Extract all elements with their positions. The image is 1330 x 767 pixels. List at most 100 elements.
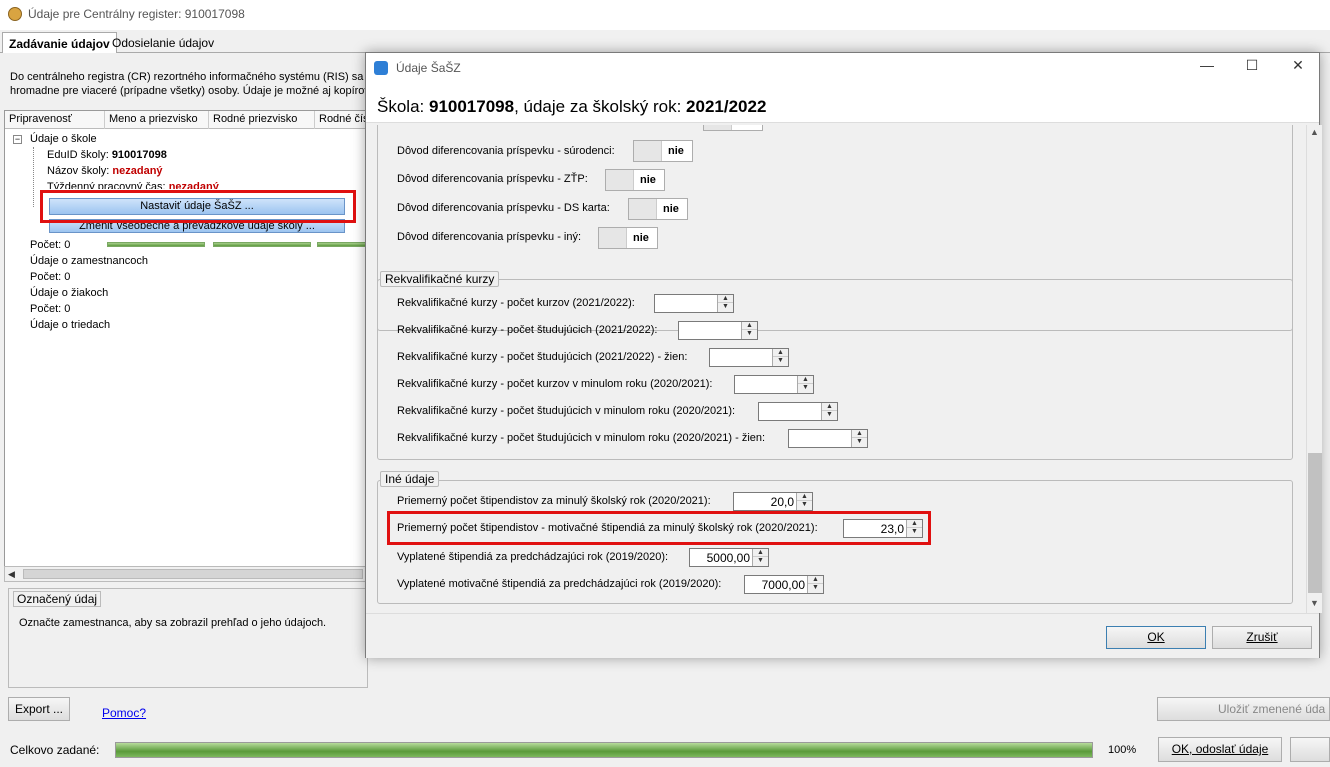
tree-nazov[interactable]: Názov školy: nezadaný bbox=[47, 165, 163, 177]
column-header-meno[interactable]: Meno a priezvisko bbox=[105, 111, 209, 129]
toggle-ds-karta[interactable]: nie bbox=[628, 198, 688, 220]
close-icon[interactable]: ✕ bbox=[1283, 57, 1313, 79]
scroll-left-icon[interactable]: ◀ bbox=[8, 569, 15, 580]
tree-eduid[interactable]: EduID školy: 910017098 bbox=[47, 149, 167, 161]
extra-footer-button[interactable] bbox=[1290, 737, 1330, 762]
tree-pocet-zamestnanci[interactable]: Počet: 0 bbox=[30, 271, 70, 283]
rekv-input-3[interactable]: ▲ ▼ bbox=[709, 348, 789, 367]
toggle-label-surodenci: Dôvod diferencovania príspevku - súroden… bbox=[397, 145, 615, 157]
ine-label-3: Vyplatené štipendiá za predchádzajúci ro… bbox=[397, 551, 669, 563]
grid-horizontal-scrollbar[interactable]: ◀ bbox=[4, 566, 366, 582]
rekv-input-5[interactable]: ▲ ▼ bbox=[758, 402, 838, 421]
rekv-input-1[interactable]: ▲ ▼ bbox=[654, 294, 734, 313]
spin-up-icon[interactable]: ▲ bbox=[718, 295, 733, 303]
spin-down-icon[interactable]: ▼ bbox=[773, 357, 788, 365]
toggle-label-ds-karta: Dôvod diferencovania príspevku - DS kart… bbox=[397, 202, 610, 214]
ok-send-button[interactable]: OK, odoslať údaje bbox=[1158, 737, 1282, 762]
toggle-iny[interactable]: nie bbox=[598, 227, 658, 249]
spin-down-icon[interactable]: ▼ bbox=[798, 384, 813, 392]
toggle-partial-value: nie bbox=[738, 125, 754, 126]
tab-zadavanie[interactable]: Zadávanie údajov bbox=[2, 32, 117, 53]
tree-line bbox=[33, 147, 34, 207]
toggle-partial[interactable]: nie bbox=[703, 125, 763, 131]
spin-down-icon[interactable]: ▼ bbox=[753, 557, 768, 565]
ine-input-3[interactable]: 5000,00 ▲ ▼ bbox=[689, 548, 769, 567]
spin-up-icon[interactable]: ▲ bbox=[773, 349, 788, 357]
spin-down-icon[interactable]: ▼ bbox=[742, 330, 757, 338]
dialog-scroll-thumb[interactable] bbox=[1308, 453, 1322, 593]
spin-arrows[interactable]: ▲ ▼ bbox=[717, 295, 733, 312]
ok-button[interactable]: OK bbox=[1106, 626, 1206, 649]
toggle-ztp-knob bbox=[606, 170, 634, 190]
dialog-scroll-area[interactable]: nie Dôvod diferencovania príspevku - súr… bbox=[366, 125, 1319, 611]
spin-up-icon[interactable]: ▲ bbox=[797, 493, 812, 501]
cancel-button[interactable]: Zrušiť bbox=[1212, 626, 1312, 649]
spin-arrows[interactable]: ▲ ▼ bbox=[741, 322, 757, 339]
spin-down-icon[interactable]: ▼ bbox=[822, 411, 837, 419]
column-header-rodne-cislo[interactable]: Rodné čís bbox=[315, 111, 367, 129]
tree-pocet-skola[interactable]: Počet: 0 bbox=[30, 239, 70, 251]
spin-up-icon[interactable]: ▲ bbox=[852, 430, 867, 438]
progress-mini-2 bbox=[213, 242, 311, 247]
spin-arrows[interactable]: ▲ ▼ bbox=[796, 493, 812, 510]
save-changes-button[interactable]: Uložiť zmenené úda bbox=[1157, 697, 1330, 721]
main-window-title: Údaje pre Centrálny register: 910017098 bbox=[28, 7, 245, 21]
tree-pocet-ziaci[interactable]: Počet: 0 bbox=[30, 303, 70, 315]
toggle-surodenci[interactable]: nie bbox=[633, 140, 693, 162]
toggle-ztp[interactable]: nie bbox=[605, 169, 665, 191]
scroll-up-icon[interactable]: ▲ bbox=[1310, 127, 1319, 137]
spin-up-icon[interactable]: ▲ bbox=[808, 576, 823, 584]
rekv-input-6[interactable]: ▲ ▼ bbox=[788, 429, 868, 448]
tree-triedy[interactable]: Údaje o triedach bbox=[30, 319, 110, 331]
heading-school-id: 910017098 bbox=[428, 97, 515, 116]
spin-arrows[interactable]: ▲ ▼ bbox=[821, 403, 837, 420]
spin-down-icon[interactable]: ▼ bbox=[852, 438, 867, 446]
ine-input-4[interactable]: 7000,00 ▲ ▼ bbox=[744, 575, 824, 594]
spin-down-icon[interactable]: ▼ bbox=[718, 303, 733, 311]
scroll-down-icon[interactable]: ▼ bbox=[1310, 598, 1319, 608]
sasz-dialog: Údaje ŠaŠZ — ☐ ✕ Škola: 910017098, údaje… bbox=[365, 52, 1322, 658]
collapse-icon[interactable]: − bbox=[13, 135, 22, 144]
spin-down-icon[interactable]: ▼ bbox=[808, 584, 823, 592]
rekv-input-2[interactable]: ▲ ▼ bbox=[678, 321, 758, 340]
spin-arrows[interactable]: ▲ ▼ bbox=[851, 430, 867, 447]
tree-zamestnanci[interactable]: Údaje o zamestnancoch bbox=[30, 255, 148, 267]
ine-input-1[interactable]: 20,0 ▲ ▼ bbox=[733, 492, 813, 511]
progress-mini-1 bbox=[107, 242, 205, 247]
help-link[interactable]: Pomoc? bbox=[102, 706, 146, 720]
spin-up-icon[interactable]: ▲ bbox=[822, 403, 837, 411]
export-button[interactable]: Export ... bbox=[8, 697, 70, 721]
legend-ine-udaje: Iné údaje bbox=[380, 471, 440, 487]
total-progress-fill bbox=[116, 743, 1092, 757]
minimize-icon[interactable]: — bbox=[1192, 57, 1222, 79]
spin-arrows[interactable]: ▲ ▼ bbox=[752, 549, 768, 566]
tree-root-skola[interactable]: Údaje o škole bbox=[30, 133, 97, 145]
spin-down-icon[interactable]: ▼ bbox=[797, 501, 812, 509]
toggle-iny-knob bbox=[599, 228, 627, 248]
dialog-title: Údaje ŠaŠZ bbox=[396, 61, 461, 75]
tree-ziaci[interactable]: Údaje o žiakoch bbox=[30, 287, 108, 299]
spin-up-icon[interactable]: ▲ bbox=[753, 549, 768, 557]
eduid-label: EduID školy: bbox=[47, 149, 109, 161]
description-line-1: Do centrálneho registra (CR) rezortného … bbox=[10, 71, 364, 83]
total-label: Celkovo zadané: bbox=[10, 743, 100, 757]
spin-arrows[interactable]: ▲ ▼ bbox=[772, 349, 788, 366]
spin-up-icon[interactable]: ▲ bbox=[742, 322, 757, 330]
highlight-motivacne-stipendia bbox=[387, 511, 931, 545]
column-header-rodne-priezvisko[interactable]: Rodné priezvisko bbox=[209, 111, 315, 129]
rekv-input-4[interactable]: ▲ ▼ bbox=[734, 375, 814, 394]
maximize-icon[interactable]: ☐ bbox=[1237, 57, 1267, 79]
spin-arrows[interactable]: ▲ ▼ bbox=[807, 576, 823, 593]
spin-arrows[interactable]: ▲ ▼ bbox=[797, 376, 813, 393]
scroll-thumb[interactable] bbox=[23, 569, 363, 579]
rekv-label-4: Rekvalifikačné kurzy - počet kurzov v mi… bbox=[397, 378, 713, 390]
tab-odosielanie[interactable]: Odosielanie údajov bbox=[106, 32, 220, 53]
column-header-pripravenost[interactable]: Pripravenosť bbox=[5, 111, 105, 129]
tree-tyzdenny[interactable]: Týždenný pracovný čas: nezadaný bbox=[47, 181, 219, 189]
rekv-label-6: Rekvalifikačné kurzy - počet študujúcich… bbox=[397, 432, 766, 444]
spin-up-icon[interactable]: ▲ bbox=[798, 376, 813, 384]
dialog-vertical-scrollbar[interactable]: ▲ ▼ bbox=[1306, 125, 1322, 613]
ine-label-4: Vyplatené motivačné štipendiá za predchá… bbox=[397, 578, 722, 590]
data-grid[interactable]: Pripravenosť Meno a priezvisko Rodné pri… bbox=[4, 110, 367, 582]
dialog-footer: OK Zrušiť bbox=[366, 613, 1319, 658]
